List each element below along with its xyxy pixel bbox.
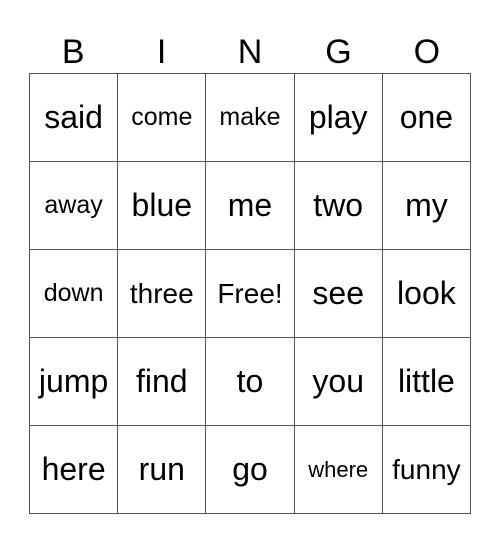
bingo-cell[interactable]: where [294, 426, 383, 514]
bingo-cell[interactable]: two [294, 162, 383, 250]
bingo-cell[interactable]: to [206, 338, 295, 426]
bingo-cell[interactable]: away [30, 162, 119, 250]
bingo-cell[interactable]: make [206, 74, 295, 162]
bingo-cell[interactable]: me [206, 162, 295, 250]
free-space-cell[interactable]: Free! [206, 250, 295, 338]
bingo-cell[interactable]: one [382, 74, 471, 162]
bingo-cell[interactable]: run [118, 426, 207, 514]
header-letter: O [413, 33, 441, 71]
bingo-cell[interactable]: come [118, 74, 207, 162]
bingo-cell[interactable]: look [382, 250, 471, 338]
bingo-cell[interactable]: play [294, 74, 383, 162]
header-letter: N [237, 33, 263, 71]
header-letter: B [61, 33, 85, 71]
bingo-cell[interactable]: said [30, 74, 119, 162]
bingo-cell[interactable]: you [294, 338, 383, 426]
bingo-cell[interactable]: see [294, 250, 383, 338]
bingo-cell[interactable]: jump [30, 338, 119, 426]
bingo-cell[interactable]: little [382, 338, 471, 426]
bingo-cell[interactable]: blue [118, 162, 207, 250]
bingo-cell[interactable]: down [30, 250, 119, 338]
header-letter: G [325, 33, 352, 71]
bingo-cell[interactable]: go [206, 426, 295, 514]
bingo-cell[interactable]: three [118, 250, 207, 338]
bingo-cell[interactable]: find [118, 338, 207, 426]
header-letter: I [156, 33, 167, 71]
bingo-grid: said come make play one away blue me two… [29, 73, 471, 514]
bingo-cell[interactable]: my [382, 162, 471, 250]
bingo-cell[interactable]: here [30, 426, 119, 514]
bingo-header: B I N G O [29, 30, 471, 74]
bingo-cell[interactable]: funny [382, 426, 471, 514]
